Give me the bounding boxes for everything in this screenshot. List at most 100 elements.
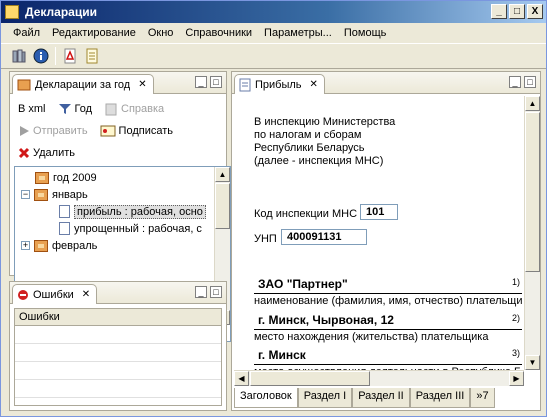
editor-header: Прибыль ✕ _ □ — [232, 72, 540, 94]
delete-action[interactable]: Удалить — [18, 147, 75, 159]
help-action[interactable]: Справка — [104, 102, 164, 116]
editor-view: Прибыль ✕ _ □ В инспекцию Министерства п… — [231, 71, 541, 411]
minimize-button[interactable]: _ — [491, 4, 507, 19]
errors-tab-label: Ошибки — [33, 288, 74, 301]
info-icon[interactable] — [33, 48, 49, 64]
organization-caption: наименование (фамилия, имя, отчество) пл… — [254, 295, 522, 307]
close-button[interactable]: X — [527, 4, 543, 19]
app-icon — [5, 5, 19, 19]
toolbar-separator — [55, 47, 56, 65]
maximize-button[interactable]: □ — [509, 4, 525, 19]
menu-edit[interactable]: Редактирование — [46, 27, 142, 39]
declaration-form: В инспекцию Министерства по налогам и сб… — [234, 96, 522, 386]
filter-icon — [58, 104, 71, 114]
menu-help[interactable]: Помощь — [338, 27, 393, 39]
menu-file[interactable]: Файл — [7, 27, 46, 39]
menu-references[interactable]: Справочники — [179, 27, 258, 39]
minimize-view-button[interactable]: _ — [509, 76, 521, 88]
tab-declarations[interactable]: Декларации за год ✕ — [12, 74, 154, 94]
tab-section-2[interactable]: Раздел II — [352, 388, 410, 408]
folder-icon — [34, 188, 48, 201]
scroll-up-button[interactable]: ▲ — [525, 96, 540, 111]
declarations-actions: В xml Год Справка Отправить Подписать Уд… — [14, 98, 222, 164]
window-title: Декларации — [25, 5, 97, 19]
unp-label: УНП — [254, 233, 277, 245]
address-line: В инспекцию Министерства — [254, 116, 396, 128]
activity-place[interactable]: г. Минск — [254, 348, 522, 365]
help-label: Справка — [121, 103, 165, 115]
minimize-view-button[interactable]: _ — [195, 76, 207, 88]
tab-section-1[interactable]: Раздел I — [297, 388, 353, 408]
to-xml-action[interactable]: В xml — [18, 103, 46, 115]
document-icon — [239, 78, 251, 91]
unp-field[interactable]: 400091131 — [281, 229, 367, 245]
delete-label: Удалить — [33, 147, 75, 159]
declarations-view-header: Декларации за год ✕ _ □ — [10, 72, 226, 94]
tree-item-february[interactable]: + февраль — [21, 237, 97, 254]
organization-name[interactable]: ЗАО "Партнер" — [254, 277, 522, 294]
minimize-view-button[interactable]: _ — [195, 286, 207, 298]
send-label: Отправить — [33, 125, 88, 137]
editor-vertical-scrollbar[interactable]: ▲ ▼ — [524, 96, 540, 370]
recipient-address: В инспекцию Министерства по налогам и сб… — [254, 116, 395, 168]
main-toolbar — [1, 43, 546, 69]
year-filter-action[interactable]: Год — [58, 102, 92, 116]
tree-item-year[interactable]: год 2009 — [35, 169, 97, 186]
maximize-view-button[interactable]: □ — [210, 76, 222, 88]
tree-item-label: февраль — [52, 239, 98, 252]
errors-view: Ошибки ✕ _ □ Ошибки — [9, 281, 227, 411]
collapse-toggle[interactable]: − — [21, 190, 30, 199]
clipboard-icon — [105, 103, 117, 116]
scroll-thumb[interactable] — [215, 183, 230, 229]
tab-errors[interactable]: Ошибки ✕ — [12, 284, 98, 304]
document-icon[interactable] — [84, 48, 100, 64]
mns-code-field[interactable]: 101 — [360, 204, 398, 220]
menu-parameters[interactable]: Параметры... — [258, 27, 338, 39]
errors-view-header: Ошибки ✕ _ □ — [10, 282, 226, 304]
scroll-thumb[interactable] — [525, 112, 540, 272]
address-line: Республики Беларусь — [254, 142, 365, 154]
tree-item-simplified[interactable]: упрощенный : рабочая, с — [59, 220, 202, 237]
footnote-2: 2) — [511, 313, 520, 323]
scroll-thumb[interactable] — [250, 371, 370, 386]
scroll-up-button[interactable]: ▲ — [215, 167, 230, 182]
location-address[interactable]: г. Минск, Чырвоная, 12 — [254, 313, 522, 330]
errors-column-header[interactable]: Ошибки — [14, 308, 222, 326]
sign-action[interactable]: Подписать — [100, 125, 173, 137]
scroll-right-button[interactable]: ▶ — [509, 371, 524, 386]
tree-item-profit[interactable]: прибыль : рабочая, осно — [59, 203, 206, 220]
scroll-left-button[interactable]: ◀ — [234, 371, 249, 386]
certificate-icon — [100, 125, 116, 137]
more-tabs-button[interactable]: »7 — [470, 388, 495, 408]
address-line: по налогам и сборам — [254, 129, 362, 141]
tab-profit[interactable]: Прибыль ✕ — [234, 74, 325, 94]
tree-item-label: год 2009 — [53, 171, 97, 184]
editor-horizontal-scrollbar[interactable]: ◀ ▶ — [234, 370, 524, 386]
tab-header-section[interactable]: Заголовок — [234, 388, 298, 408]
books-icon[interactable] — [11, 48, 27, 64]
tree-item-label: упрощенный : рабочая, с — [74, 222, 202, 235]
tree-item-january[interactable]: − январь — [21, 186, 88, 203]
delete-icon — [18, 147, 30, 159]
expand-toggle[interactable]: + — [21, 241, 30, 250]
location-caption: место нахождения (жительства) плательщик… — [254, 331, 489, 343]
app-window: Декларации _ □ X Файл Редактирование Окн… — [0, 0, 547, 417]
close-icon[interactable]: ✕ — [138, 79, 146, 90]
tree-item-label: прибыль : рабочая, осно — [74, 204, 206, 219]
scroll-down-button[interactable]: ▼ — [525, 355, 540, 370]
menu-bar: Файл Редактирование Окно Справочники Пар… — [1, 23, 546, 43]
maximize-view-button[interactable]: □ — [210, 286, 222, 298]
folder-icon — [35, 171, 49, 184]
pdf-icon[interactable] — [62, 48, 78, 64]
menu-window[interactable]: Окно — [142, 27, 180, 39]
send-action[interactable]: Отправить — [18, 125, 88, 137]
close-icon[interactable]: ✕ — [82, 289, 90, 300]
close-icon[interactable]: ✕ — [310, 79, 318, 90]
form-section-tabs: Заголовок Раздел I Раздел II Раздел III … — [234, 388, 538, 408]
tab-section-3[interactable]: Раздел III — [409, 388, 471, 408]
maximize-view-button[interactable]: □ — [524, 76, 536, 88]
declarations-view: Декларации за год ✕ _ □ В xml Год Справк… — [9, 71, 231, 342]
tree-item-label: январь — [52, 188, 88, 201]
document-icon — [59, 205, 70, 218]
footnote-3: 3) — [511, 348, 520, 358]
